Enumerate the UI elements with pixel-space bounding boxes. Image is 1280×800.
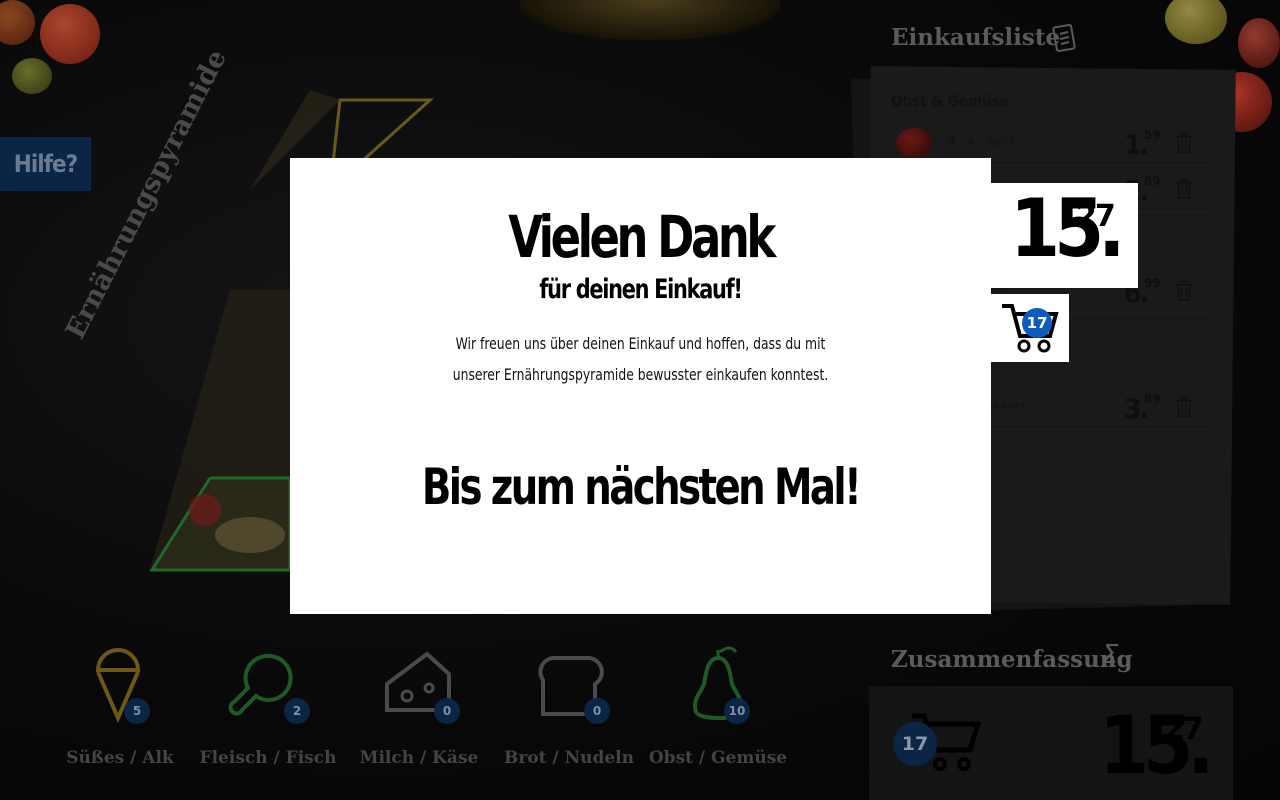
berries-decoration (520, 0, 780, 40)
help-button[interactable]: Hilfe? (0, 137, 91, 191)
modal-subtitle: für deinen Einkauf! (539, 274, 743, 305)
pear-icon: 10 (648, 640, 788, 730)
list-section-title: Obst & Gemüse (891, 92, 1009, 110)
item-price-cents: 89 (1144, 174, 1161, 188)
apple-red-decoration-2 (1238, 18, 1280, 68)
cart-box[interactable]: 17 (990, 294, 1069, 362)
item-price-cents: 59 (1144, 128, 1161, 142)
item-name: Apfel (986, 135, 1015, 148)
category-label: Süßes / Alk (66, 748, 174, 768)
sigma-icon: Σ (1102, 640, 1119, 670)
apple-decoration (12, 58, 52, 94)
item-name: nickers (986, 399, 1026, 412)
cheese-icon: 0 (349, 640, 489, 730)
tomato-decoration (40, 4, 100, 64)
trash-icon[interactable] (1174, 396, 1194, 422)
category-label: Obst / Gemüse (648, 748, 788, 768)
meat-icon: 2 (198, 640, 338, 730)
thank-you-modal[interactable]: Vielen Dank für deinen Einkauf! Wir freu… (290, 158, 991, 614)
modal-title: Vielen Dank (508, 203, 776, 271)
item-price-cents: 99 (1144, 276, 1161, 290)
modal-farewell: Bis zum nächsten Mal! (421, 458, 862, 516)
apple-icon (896, 128, 932, 158)
shopping-list-title: Einkaufsliste (891, 24, 1061, 51)
item-times: x (968, 136, 974, 147)
cart-count-badge: 17 (1022, 308, 1052, 338)
trash-icon[interactable] (1174, 178, 1194, 204)
category-fruit-vegetables[interactable]: 10 Obst / Gemüse (648, 640, 788, 768)
item-price-cents: 89 (1144, 392, 1161, 406)
bread-icon: 0 (499, 640, 639, 730)
ice-cream-icon: 5 (50, 640, 190, 730)
category-bread-pasta[interactable]: 0 Brot / Nudeln (499, 640, 639, 768)
category-count-badge: 10 (724, 698, 750, 724)
category-count-badge: 2 (284, 698, 310, 724)
summary-cart-count-badge: 17 (893, 722, 937, 766)
category-count-badge: 0 (434, 698, 460, 724)
modal-text: Wir freuen uns über deinen Einkauf und h… (452, 334, 829, 384)
trash-icon[interactable] (1174, 280, 1194, 306)
category-label: Milch / Käse (359, 748, 479, 768)
category-sweets-alcohol[interactable]: 5 Süßes / Alk (50, 640, 190, 768)
total-price-cents: 27 (1076, 199, 1116, 234)
clipboard-icon (1052, 22, 1076, 56)
category-count-badge: 5 (124, 698, 150, 724)
summary-title: Zusammenfassung (891, 646, 1133, 673)
item-quantity: 4 (948, 134, 957, 148)
category-label: Brot / Nudeln (504, 748, 634, 768)
total-price-box: 15. 27 (990, 183, 1138, 288)
trash-icon[interactable] (1174, 132, 1194, 158)
category-label: Fleisch / Fisch (199, 748, 337, 768)
category-meat-fish[interactable]: 2 Fleisch / Fisch (198, 640, 338, 768)
category-count-badge: 0 (584, 698, 610, 724)
summary-total-cents: 27 (1164, 712, 1204, 747)
category-dairy-cheese[interactable]: 0 Milch / Käse (349, 640, 489, 768)
